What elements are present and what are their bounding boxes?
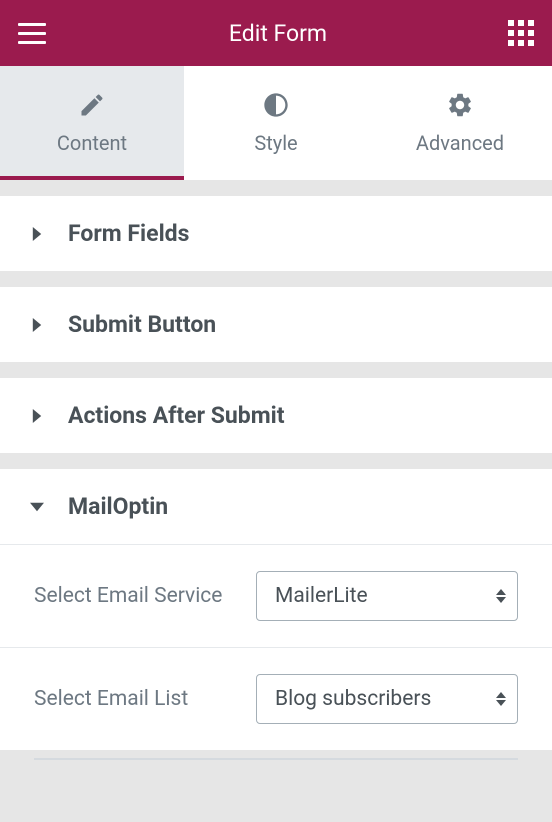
section-form-fields-title: Form Fields	[68, 220, 189, 247]
spacer	[0, 453, 552, 469]
pencil-icon	[78, 91, 106, 119]
spacer	[0, 271, 552, 287]
email-service-label: Select Email Service	[34, 584, 250, 608]
email-list-select-wrapper: Blog subscribers	[256, 674, 518, 724]
gear-icon	[446, 91, 474, 119]
tab-content-label: Content	[57, 131, 127, 155]
control-email-service: Select Email Service MailerLite	[0, 545, 552, 648]
section-submit-button-title: Submit Button	[68, 311, 216, 338]
tab-style[interactable]: Style	[184, 66, 368, 180]
caret-right-icon	[30, 318, 44, 332]
section-mailoptin-title: MailOptin	[68, 493, 168, 520]
email-list-label: Select Email List	[34, 687, 250, 711]
spacer	[0, 180, 552, 196]
tab-advanced-label: Advanced	[416, 131, 504, 155]
tab-style-label: Style	[254, 131, 297, 155]
tabs-bar: Content Style Advanced	[0, 66, 552, 180]
section-mailoptin[interactable]: MailOptin	[0, 469, 552, 544]
control-email-list: Select Email List Blog subscribers	[0, 648, 552, 750]
caret-right-icon	[30, 409, 44, 423]
app-header: Edit Form	[0, 0, 552, 66]
divider	[34, 758, 518, 760]
caret-down-icon	[30, 500, 44, 514]
section-actions-after-submit[interactable]: Actions After Submit	[0, 378, 552, 453]
contrast-icon	[262, 91, 290, 119]
page-title: Edit Form	[229, 20, 327, 47]
email-service-select-wrapper: MailerLite	[256, 571, 518, 621]
caret-right-icon	[30, 227, 44, 241]
tab-content[interactable]: Content	[0, 66, 184, 180]
email-list-select[interactable]: Blog subscribers	[256, 674, 518, 724]
mailoptin-panel: Select Email Service MailerLite Select E…	[0, 544, 552, 750]
menu-icon[interactable]	[18, 18, 48, 48]
email-service-select[interactable]: MailerLite	[256, 571, 518, 621]
apps-grid-icon[interactable]	[508, 20, 534, 46]
tab-advanced[interactable]: Advanced	[368, 66, 552, 180]
section-actions-title: Actions After Submit	[68, 402, 285, 429]
section-submit-button[interactable]: Submit Button	[0, 287, 552, 362]
spacer	[0, 362, 552, 378]
section-form-fields[interactable]: Form Fields	[0, 196, 552, 271]
